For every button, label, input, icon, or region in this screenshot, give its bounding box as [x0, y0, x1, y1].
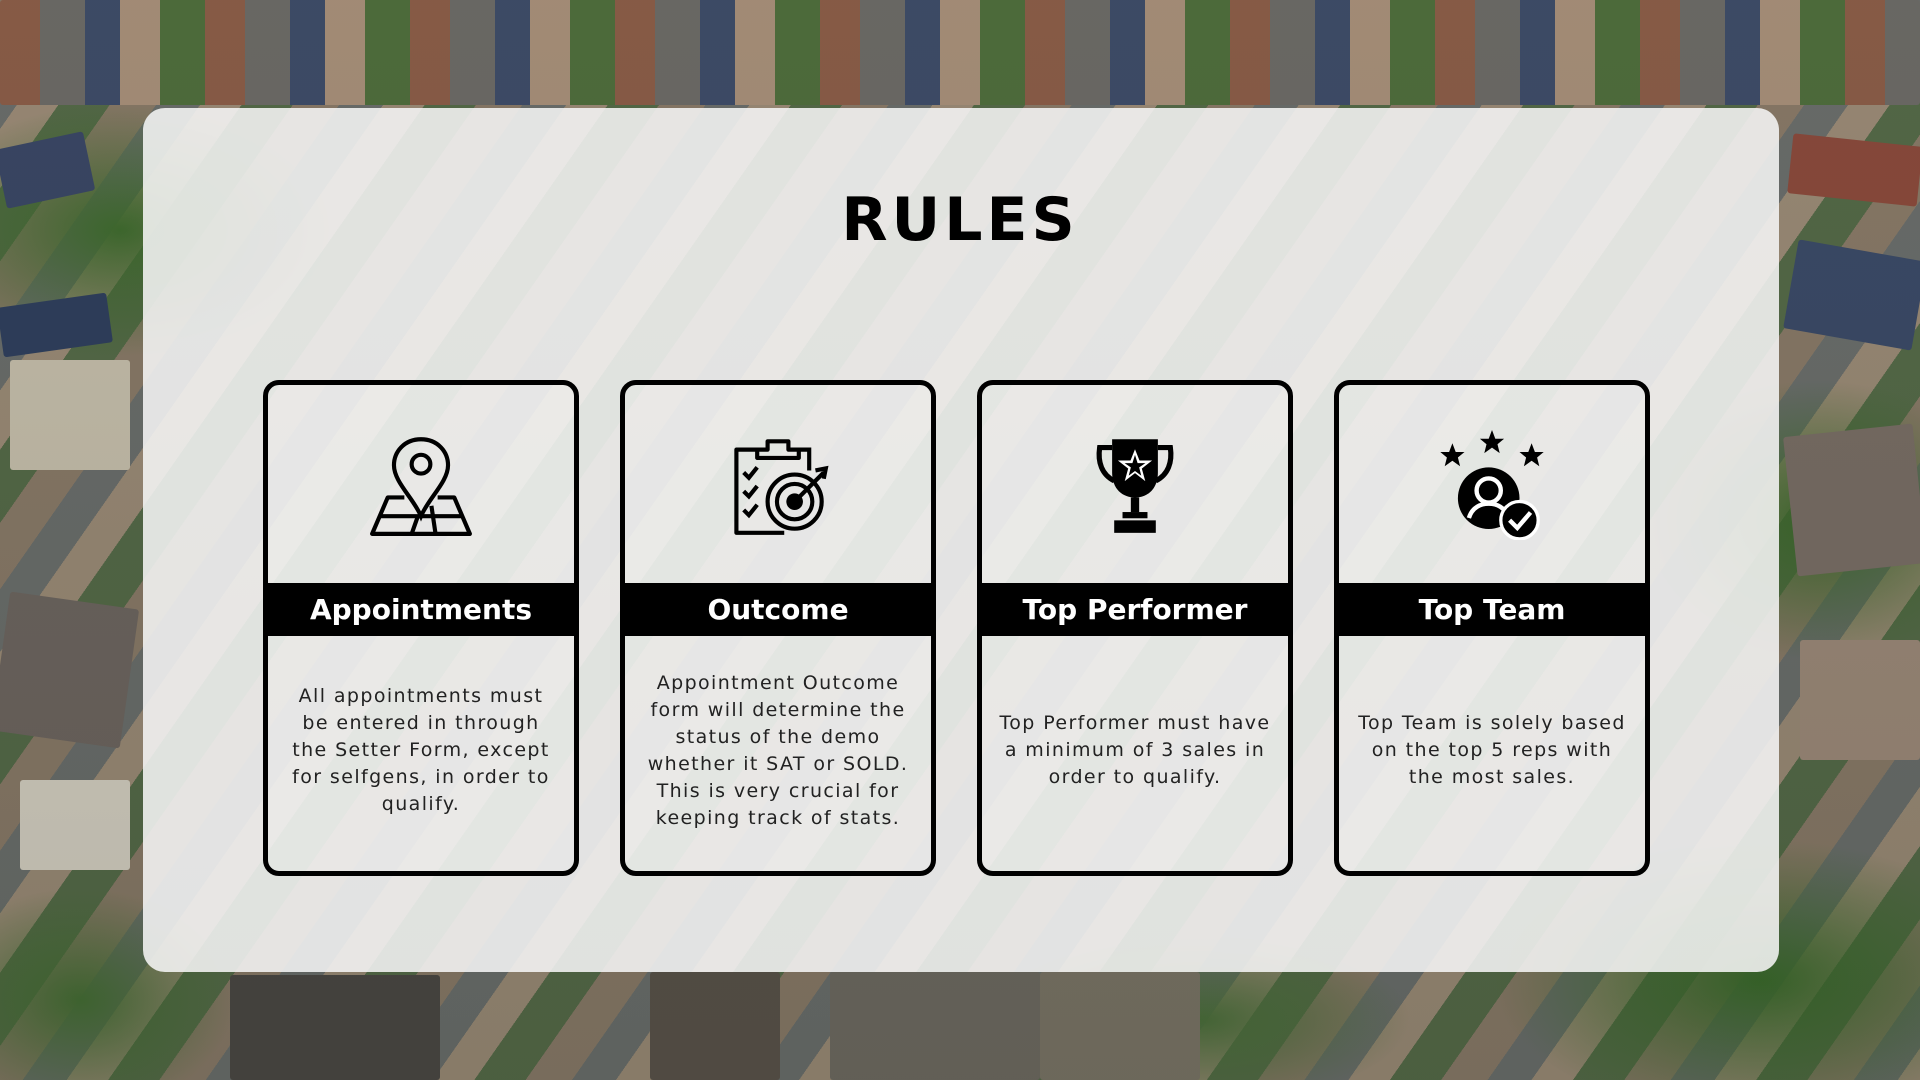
card-text: Top Performer must have a minimum of 3 s…	[999, 712, 1271, 788]
map-pin-icon	[268, 430, 574, 540]
card-text: All appointments must be entered in thro…	[292, 685, 550, 815]
card-outcome: Outcome Appointment Outcome form will de…	[620, 380, 936, 876]
card-text: Top Team is solely based on the top 5 re…	[1358, 712, 1626, 788]
page-title: RULES	[841, 185, 1079, 255]
team-member-check-icon	[1339, 430, 1645, 540]
card-top-performer: Top Performer Top Performer must have a …	[977, 380, 1293, 876]
card-heading: Appointments	[268, 583, 574, 636]
card-heading: Outcome	[625, 583, 931, 636]
card-top-team: Top Team Top Team is solely based on the…	[1334, 380, 1650, 876]
card-appointments: Appointments All appointments must be en…	[263, 380, 579, 876]
card-text: Appointment Outcome form will determine …	[647, 671, 909, 829]
trophy-icon	[982, 430, 1288, 540]
card-heading: Top Performer	[982, 583, 1288, 636]
clipboard-target-icon	[625, 430, 931, 540]
card-heading: Top Team	[1339, 583, 1645, 636]
